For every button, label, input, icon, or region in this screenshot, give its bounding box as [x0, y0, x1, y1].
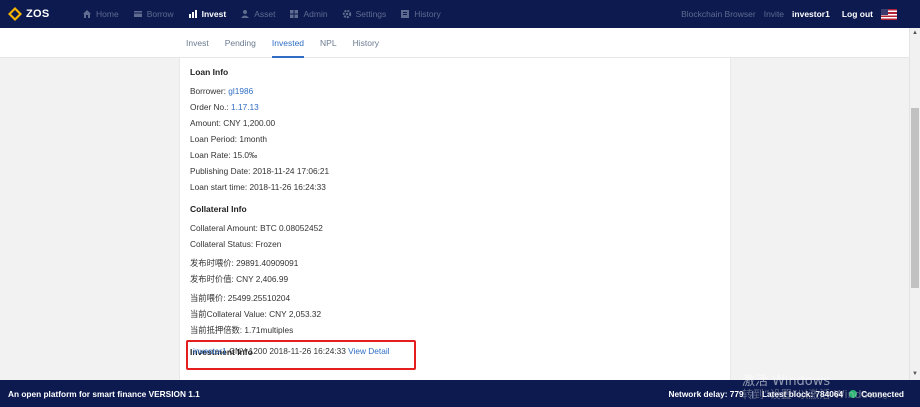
tab-invest[interactable]: Invest: [186, 28, 209, 58]
investment-highlight-box: investor1 CNY 1200 2018-11-26 16:24:33 V…: [186, 340, 416, 370]
nav-item-history[interactable]: History: [400, 9, 441, 19]
asset-icon: [240, 9, 250, 19]
collateral-amount-row: Collateral Amount: BTC 0.08052452: [190, 223, 323, 233]
view-detail-link[interactable]: View Detail: [348, 346, 389, 356]
page-scrollbar[interactable]: ▲ ▼: [909, 28, 920, 380]
tab-history[interactable]: History: [353, 28, 379, 58]
nav-item-settings[interactable]: Settings: [342, 9, 387, 19]
top-right-area: Blockchain Browser Invite investor1 Log …: [681, 0, 920, 28]
collateral-status-row: Collateral Status: Frozen: [190, 239, 282, 249]
logo[interactable]: ZOS: [8, 7, 68, 21]
admin-icon: [289, 9, 299, 19]
platform-version-text: An open platform for smart finance VERSI…: [8, 388, 200, 399]
publishing-date-row: Publishing Date: 2018-11-24 17:06:21: [190, 166, 330, 176]
order-label: Order No.:: [190, 102, 232, 112]
network-delay: Network delay: 779: [668, 388, 744, 399]
scroll-up-arrow-icon[interactable]: ▲: [910, 29, 920, 37]
nav-item-invest[interactable]: Invest: [188, 9, 227, 19]
loan-period-row: Loan Period: 1month: [190, 134, 268, 144]
current-user[interactable]: investor1: [792, 9, 830, 19]
investment-record: investor1 CNY 1200 2018-11-26 16:24:33 V…: [193, 346, 390, 356]
loan-rate-row: Loan Rate: 15.0‰: [190, 150, 258, 160]
nav-item-label: Home: [96, 9, 119, 19]
current-ratio-row: 当前抵押倍数: 1.71multiples: [190, 325, 294, 335]
borrower-row: Borrower: gl1986: [190, 83, 720, 99]
nav-item-label: Settings: [355, 9, 387, 19]
nav-item-home[interactable]: Home: [82, 9, 119, 19]
loan-detail-content: Loan Info Borrower: gl1986 Order No.: 1.…: [190, 64, 720, 360]
investment-detail-text: CNY 1200 2018-11-26 16:24:33: [226, 346, 349, 356]
borrower-label: Borrower:: [190, 86, 229, 96]
invest-tabs: Invest Pending Invested NPL History: [186, 28, 395, 58]
tab-invested[interactable]: Invested: [271, 28, 305, 58]
nav-item-label: Asset: [254, 9, 276, 19]
nav-item-borrow[interactable]: Borrow: [133, 9, 174, 19]
us-flag-icon[interactable]: [881, 8, 897, 20]
gear-icon: [342, 9, 352, 19]
invest-icon: [188, 9, 198, 19]
current-value-row: 当前Collateral Value: CNY 2,053.32: [190, 309, 322, 319]
nav-item-label: Borrow: [146, 9, 174, 19]
logout-button[interactable]: Log out: [842, 9, 873, 19]
scroll-thumb[interactable]: [911, 108, 919, 288]
main-nav: Home Borrow Invest Asset Admin Settings …: [82, 9, 455, 19]
nav-item-label: Admin: [303, 9, 328, 19]
windows-activation-hint: 转到“设置”以激活 Windows。: [742, 388, 894, 401]
invite-link[interactable]: Invite: [764, 9, 784, 19]
amount-row: Amount: CNY 1,200.00: [190, 118, 276, 128]
order-number-link[interactable]: 1.17.13: [231, 102, 259, 112]
top-navbar: ZOS Home Borrow Invest Asset Admin Setti…: [0, 0, 920, 28]
loan-info-title: Loan Info: [190, 67, 229, 77]
publish-value-row: 发布时价值: CNY 2,406.99: [190, 274, 289, 284]
order-row: Order No.: 1.17.13: [190, 99, 720, 115]
tab-npl[interactable]: NPL: [320, 28, 337, 58]
sub-tabs-bar: Invest Pending Invested NPL History: [0, 28, 909, 58]
home-icon: [82, 9, 92, 19]
publish-price-row: 发布时喂价: 29891.40909091: [190, 258, 299, 268]
nav-item-label: History: [414, 9, 441, 19]
borrower-link[interactable]: gl1986: [228, 86, 253, 96]
app-name: ZOS: [26, 8, 50, 20]
investor-link[interactable]: investor1: [193, 346, 227, 356]
borrow-icon: [133, 9, 143, 19]
nav-item-asset[interactable]: Asset: [240, 9, 275, 19]
blockchain-browser-link[interactable]: Blockchain Browser: [681, 9, 756, 19]
scroll-down-arrow-icon[interactable]: ▼: [910, 370, 920, 378]
history-icon: [400, 9, 410, 19]
current-price-row: 当前喂价: 25499.25510204: [190, 293, 291, 303]
loan-start-time-row: Loan start time: 2018-11-26 16:24:33: [190, 182, 326, 192]
tab-pending[interactable]: Pending: [225, 28, 256, 58]
nav-item-label: Invest: [201, 9, 227, 19]
loan-detail-card: Loan Info Borrower: gl1986 Order No.: 1.…: [179, 58, 731, 380]
zos-logo-icon: [8, 7, 22, 21]
nav-item-admin[interactable]: Admin: [289, 9, 328, 19]
collateral-info-title: Collateral Info: [190, 204, 247, 214]
